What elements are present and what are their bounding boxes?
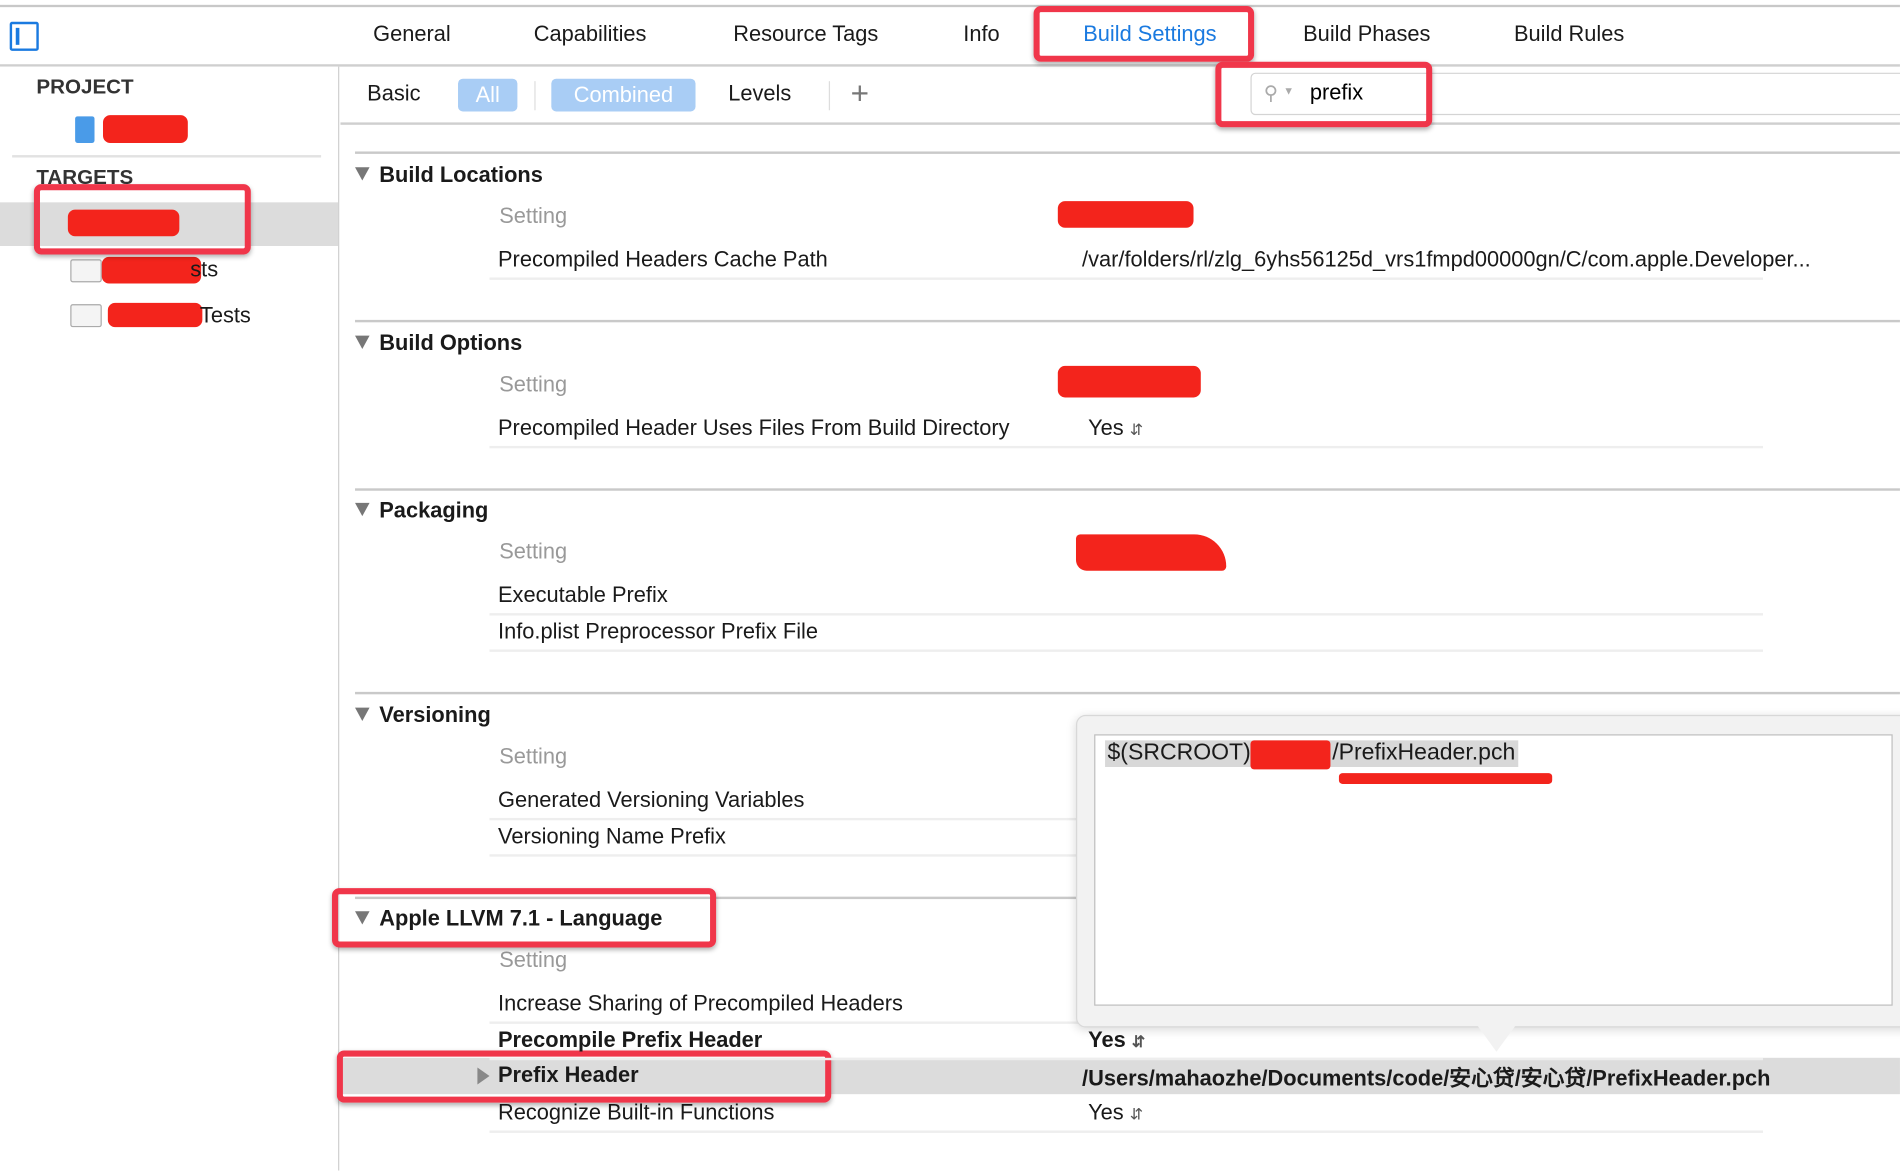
- section-build-locations[interactable]: Build Locations: [355, 162, 543, 187]
- redaction-underline: [1338, 773, 1553, 784]
- setting-name: Info.plist Preprocessor Prefix File: [498, 619, 819, 644]
- annotation-box: [1033, 6, 1255, 62]
- section-build-options[interactable]: Build Options: [355, 331, 522, 356]
- setting-value-popup[interactable]: Yes ⇵: [1088, 1028, 1145, 1053]
- setting-column-header: Setting: [499, 947, 568, 972]
- tab-bar: General Capabilities Resource Tags Info …: [0, 7, 1900, 67]
- value-editor-popover: $(SRCROOT)/ /PrefixHeader.pch: [1075, 714, 1900, 1028]
- section-divider: [355, 319, 1900, 323]
- project-file-icon: [75, 116, 95, 143]
- setting-row[interactable]: Precompiled Headers Cache Path/var/folde…: [489, 241, 1811, 280]
- tab-resource-tags[interactable]: Resource Tags: [733, 22, 878, 47]
- setting-name: Precompiled Header Uses Files From Build…: [498, 415, 1010, 440]
- value-text-start: $(SRCROOT)/: [1107, 740, 1258, 766]
- tab-general[interactable]: General: [373, 22, 451, 47]
- section-title: Build Locations: [379, 162, 543, 187]
- stepper-icon: ⇵: [1129, 420, 1143, 439]
- section-title: Versioning: [379, 702, 491, 728]
- setting-value-popup[interactable]: Yes ⇵: [1088, 416, 1143, 441]
- setting-column-header: Setting: [499, 203, 568, 228]
- section-versioning[interactable]: Versioning: [355, 703, 491, 728]
- section-divider: [355, 151, 1900, 154]
- annotation-box: [332, 888, 717, 948]
- setting-value: Yes: [1088, 1027, 1126, 1052]
- setting-name: Versioning Name Prefix: [498, 823, 726, 849]
- filter-bar: Basic All Combined Levels + ⚲ ▼: [340, 67, 1900, 125]
- setting-name: Precompile Prefix Header: [498, 1027, 763, 1052]
- filter-basic[interactable]: Basic: [367, 81, 420, 106]
- disclosure-triangle-icon[interactable]: [355, 707, 370, 721]
- separator: [534, 81, 536, 111]
- section-title: Build Options: [379, 330, 523, 356]
- value-text-area[interactable]: $(SRCROOT)/ /PrefixHeader.pch: [1094, 734, 1893, 1006]
- value-text-end: /PrefixHeader.pch: [1332, 740, 1516, 766]
- divider: [12, 155, 322, 158]
- redacted-target-name: [107, 302, 203, 328]
- setting-column-header: Setting: [499, 743, 568, 769]
- filter-all[interactable]: All: [458, 78, 518, 112]
- filter-levels[interactable]: Levels: [728, 81, 791, 106]
- setting-row[interactable]: Executable Prefix: [489, 577, 1764, 616]
- add-setting-button[interactable]: +: [851, 75, 869, 113]
- stepper-icon: ⇵: [1131, 1032, 1145, 1051]
- stepper-icon: ⇵: [1129, 1105, 1143, 1124]
- target-label: sts: [190, 256, 219, 282]
- target-bundle-icon: [70, 259, 102, 283]
- tab-capabilities[interactable]: Capabilities: [534, 22, 647, 47]
- project-header: PROJECT: [36, 75, 134, 99]
- setting-value-popup[interactable]: Yes ⇵: [1088, 1100, 1143, 1125]
- section-divider: [355, 488, 1900, 491]
- filter-combined[interactable]: Combined: [551, 78, 696, 112]
- separator: [828, 81, 831, 111]
- section-divider: [355, 691, 1900, 695]
- redacted-project-name: [102, 115, 188, 143]
- setting-row[interactable]: Precompiled Header Uses Files From Build…: [489, 410, 1764, 449]
- setting-column-header: Setting: [499, 539, 568, 564]
- setting-row[interactable]: Info.plist Preprocessor Prefix File: [489, 613, 1764, 652]
- setting-column-header: Setting: [499, 371, 568, 397]
- section-packaging[interactable]: Packaging: [355, 498, 488, 523]
- setting-name: Precompiled Headers Cache Path: [498, 247, 828, 272]
- redacted-target-column: [1075, 534, 1227, 571]
- setting-row[interactable]: Precompile Prefix Header Yes ⇵: [489, 1021, 1764, 1061]
- target-label: Tests: [199, 302, 251, 328]
- tab-info[interactable]: Info: [963, 22, 999, 47]
- setting-value[interactable]: /Users/mahaozhe/Documents/code/安心贷/安心贷/P…: [1082, 1061, 1770, 1093]
- sidebar-toggle-icon[interactable]: [9, 21, 39, 51]
- section-title: Packaging: [379, 498, 489, 523]
- redacted-target-name: [101, 256, 202, 284]
- setting-value: Yes: [1088, 1100, 1124, 1125]
- setting-name: Executable Prefix: [498, 582, 668, 608]
- setting-name: Generated Versioning Variables: [498, 787, 805, 812]
- redacted-path-segment: [1250, 740, 1331, 770]
- tab-build-rules[interactable]: Build Rules: [1514, 22, 1624, 47]
- disclosure-triangle-icon[interactable]: [355, 502, 370, 517]
- setting-name: Increase Sharing of Precompiled Headers: [498, 991, 903, 1016]
- disclosure-triangle-icon[interactable]: [355, 335, 370, 349]
- setting-value: /var/folders/rl/zlg_6yhs56125d_vrs1fmpd0…: [1082, 247, 1811, 272]
- redacted-target-column: [1057, 201, 1194, 228]
- setting-name: Recognize Built-in Functions: [498, 1100, 775, 1125]
- disclosure-triangle-icon[interactable]: [355, 167, 370, 181]
- setting-value: Yes: [1088, 415, 1124, 440]
- redacted-target-column: [1057, 365, 1201, 398]
- annotation-box: [33, 184, 251, 255]
- tab-build-phases[interactable]: Build Phases: [1303, 22, 1430, 47]
- annotation-box: [1215, 61, 1433, 128]
- target-bundle-icon: [70, 304, 102, 328]
